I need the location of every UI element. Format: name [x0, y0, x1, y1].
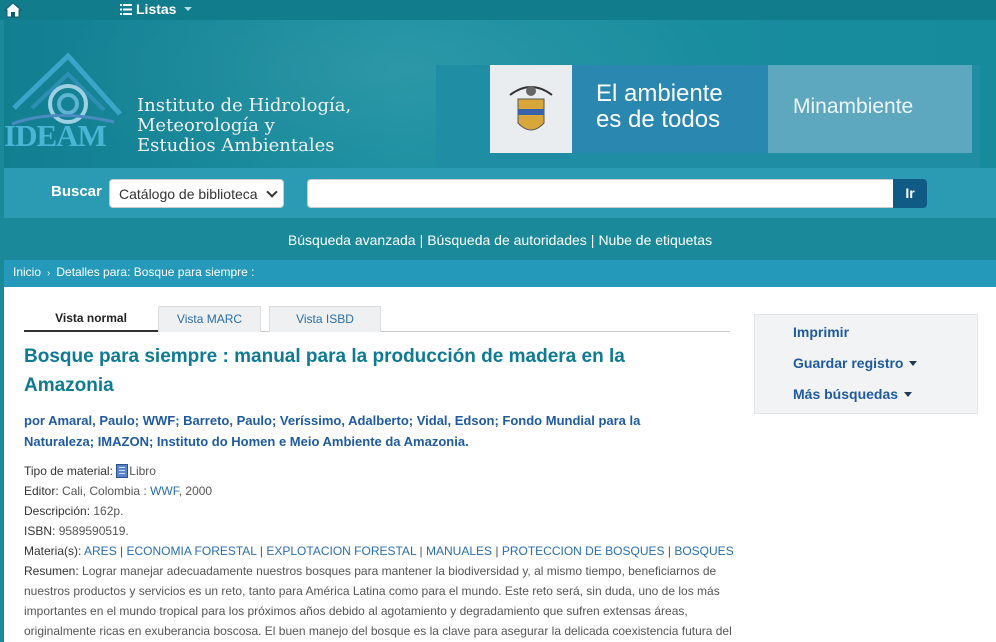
subjects-row: Materia(s): ARES | ECONOMIA FORESTAL | E…: [24, 544, 734, 558]
main-content: Vista normal Vista MARC Vista ISBD Bosqu…: [4, 287, 996, 642]
subject-link[interactable]: ECONOMIA FORESTAL: [127, 544, 257, 558]
subject-link[interactable]: EXPLOTACION FORESTAL: [266, 544, 416, 558]
tag-cloud-link[interactable]: Nube de etiquetas: [598, 232, 712, 248]
chevron-down-icon: [184, 7, 193, 11]
tab-marc-view[interactable]: Vista MARC: [158, 306, 261, 332]
search-bar: Buscar Catálogo de biblioteca Ir: [4, 168, 996, 218]
chevron-down-icon: [266, 186, 278, 198]
record-fields: Tipo de material: Libro Editor: Cali, Co…: [24, 461, 736, 641]
listas-label: Listas: [136, 1, 177, 17]
description-row: Descripción: 162p.: [24, 504, 124, 518]
record-authors[interactable]: por Amaral, Paulo; WWF; Barreto, Paulo; …: [24, 410, 724, 452]
book-icon: [116, 464, 129, 478]
advanced-search-link[interactable]: Búsqueda avanzada: [288, 232, 416, 248]
breadcrumb: Inicio › Detalles para: Bosque para siempr…: [4, 260, 996, 287]
subject-link[interactable]: BOSQUES: [674, 544, 733, 558]
slogan: El ambiente es de todos: [572, 65, 768, 153]
editor-row: Editor: Cali, Colombia : WWF, 2000: [24, 484, 213, 498]
material-type-row: Tipo de material: Libro: [24, 464, 156, 478]
save-record-menu[interactable]: Guardar registro: [793, 355, 918, 371]
chevron-right-icon: ›: [47, 268, 51, 279]
top-nav: Listas: [0, 0, 996, 20]
search-submit-button[interactable]: Ir: [893, 179, 927, 208]
subject-link[interactable]: PROTECCION DE BOSQUES: [502, 544, 665, 558]
more-searches-menu[interactable]: Más búsquedas: [793, 386, 913, 402]
search-label: Buscar: [51, 183, 102, 200]
ministry-name: Minambiente: [768, 65, 972, 153]
breadcrumb-current: Detalles para: Bosque para siempre :: [56, 265, 255, 279]
header-banner: IDEAM Instituto de Hidrología, Meteorolo…: [4, 20, 996, 168]
listas-menu[interactable]: Listas: [120, 1, 193, 17]
government-banner: El ambiente es de todos Minambiente: [436, 65, 980, 168]
catalog-select[interactable]: Catálogo de biblioteca: [109, 179, 284, 208]
view-tabs: Vista normal Vista MARC Vista ISBD: [24, 306, 730, 332]
editor-link[interactable]: WWF: [150, 484, 179, 498]
institution-name: Instituto de Hidrología, Meteorología y …: [137, 95, 352, 156]
chevron-down-icon: [904, 391, 913, 397]
home-icon[interactable]: [4, 2, 22, 18]
subject-link[interactable]: ARES: [84, 544, 117, 558]
coat-of-arms-icon: [490, 65, 572, 153]
more-search-links: Búsqueda avanzada | Búsqueda de autoridade…: [4, 218, 996, 260]
tab-normal-view[interactable]: Vista normal: [24, 306, 158, 332]
summary: Resumen: Lograr manejar adecuadamente nu…: [24, 564, 732, 638]
isbn-row: ISBN: 9589590519.: [24, 524, 129, 538]
record-actions-sidebar: Imprimir Guardar registro Más búsquedas: [754, 314, 978, 414]
ideam-logo-text: IDEAM: [4, 118, 107, 153]
search-input[interactable]: [307, 179, 894, 208]
subject-link[interactable]: MANUALES: [426, 544, 492, 558]
list-icon: [120, 3, 132, 15]
authority-search-link[interactable]: Búsqueda de autoridades: [427, 232, 587, 248]
print-link[interactable]: Imprimir: [793, 324, 849, 340]
breadcrumb-home-link[interactable]: Inicio: [13, 265, 41, 279]
tab-isbd-view[interactable]: Vista ISBD: [269, 306, 381, 332]
chevron-down-icon: [909, 360, 918, 366]
record-title: Bosque para siempre : manual para la pro…: [24, 346, 625, 396]
